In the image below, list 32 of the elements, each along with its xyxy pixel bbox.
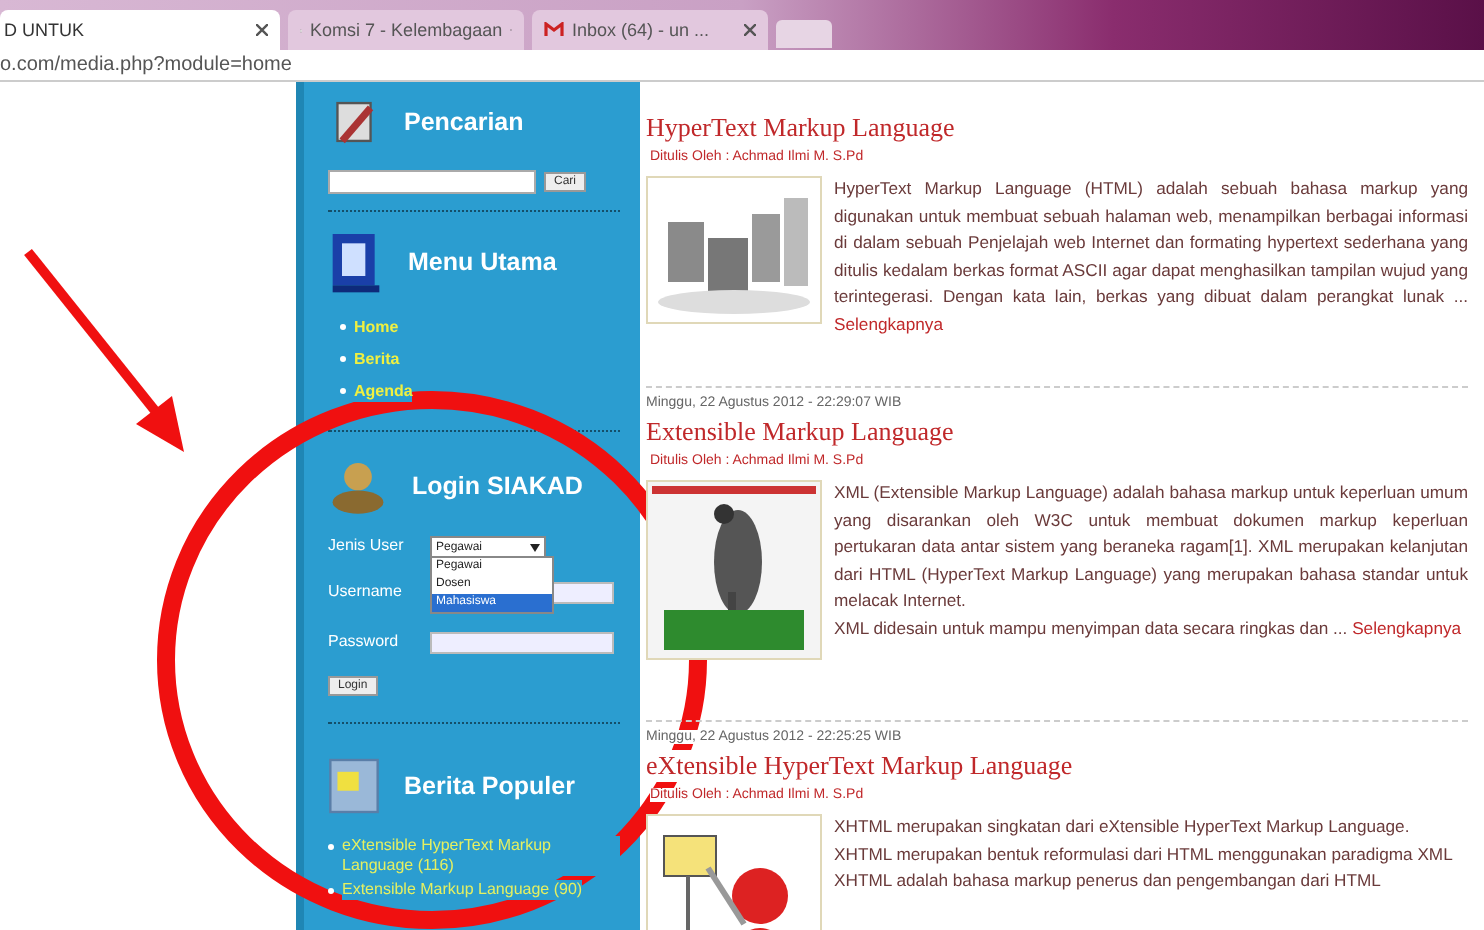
bullet-icon [340,324,346,330]
article-text: XML (Extensible Markup Language) adalah bahasa markup untuk keperluan umum yang disarankan oleh W3C untuk membuat dokumen markup keperluan pertukaran data antar sistem yang beraneka ragam[1]. XML merupakan kelanjutan dari HTML (HyperText Markup Language) yang merupakan bahasa standar untuk melacak Internet. [834,480,1468,614]
newspaper-icon [328,756,380,816]
field-label: Username [328,582,404,600]
bullet-icon [328,888,334,894]
section-title: Login SIAKAD [412,472,583,500]
section-title: Berita Populer [404,772,575,800]
book-icon [328,228,384,296]
mail-icon [544,22,564,38]
bullet-icon [340,388,346,394]
field-label: Password [328,632,401,650]
article-text: XML didesain untuk mampu menyimpan data secara ringkas dan ... Selengkapnya [834,615,1464,642]
browser-tab[interactable]: D UNTUK [0,10,280,50]
article-text: XHTML merupakan bentuk reformulasi dari HTML menggunakan paradigma XML [834,841,1455,868]
caret-icon [530,543,540,551]
article-title[interactable]: eXtensible HyperText Markup Language [646,750,1073,782]
read-more-link[interactable]: Selengkapnya [1352,617,1462,637]
article-title[interactable]: Extensible Markup Language [646,416,954,448]
search-field[interactable] [328,170,536,194]
section-title: Pencarian [404,108,524,136]
article-title[interactable]: HyperText Markup Language [646,112,955,144]
section-title: Menu Utama [408,248,557,276]
article-text: XHTML merupakan singkatan dari eXtensible HyperText Markup Language. [834,814,1412,840]
field-label: Jenis User [328,536,406,554]
browser-tab[interactable]: Komsi 7 - Kelembagaan [288,10,524,50]
password-field[interactable] [430,632,614,654]
read-more-link[interactable]: Selengkapnya [834,313,943,333]
bullet-icon [340,356,346,362]
bullet-icon [328,844,334,850]
article-text: HyperText Markup Language (HTML) adalah sebuah bahasa markup yang digunakan untuk membuat sebuah halaman web, menampilkan berbagai informasi di dalam sebuah Penjelajah web Internet dan formating hypertext sederhana yang ditulis kedalam berkas format ASCII agar dapat menghasilkan tampilan wujud yang terintegerasi. Dengan kata lain, berkas yang dibuat dalam perangkat lunak ... Selengkapnya [834,176,1468,338]
article-text: XHTML adalah bahasa markup penerus dan pengembangan dari HTML [834,868,1383,894]
browser-tab[interactable]: Inbox (64) - un ... [532,10,768,50]
